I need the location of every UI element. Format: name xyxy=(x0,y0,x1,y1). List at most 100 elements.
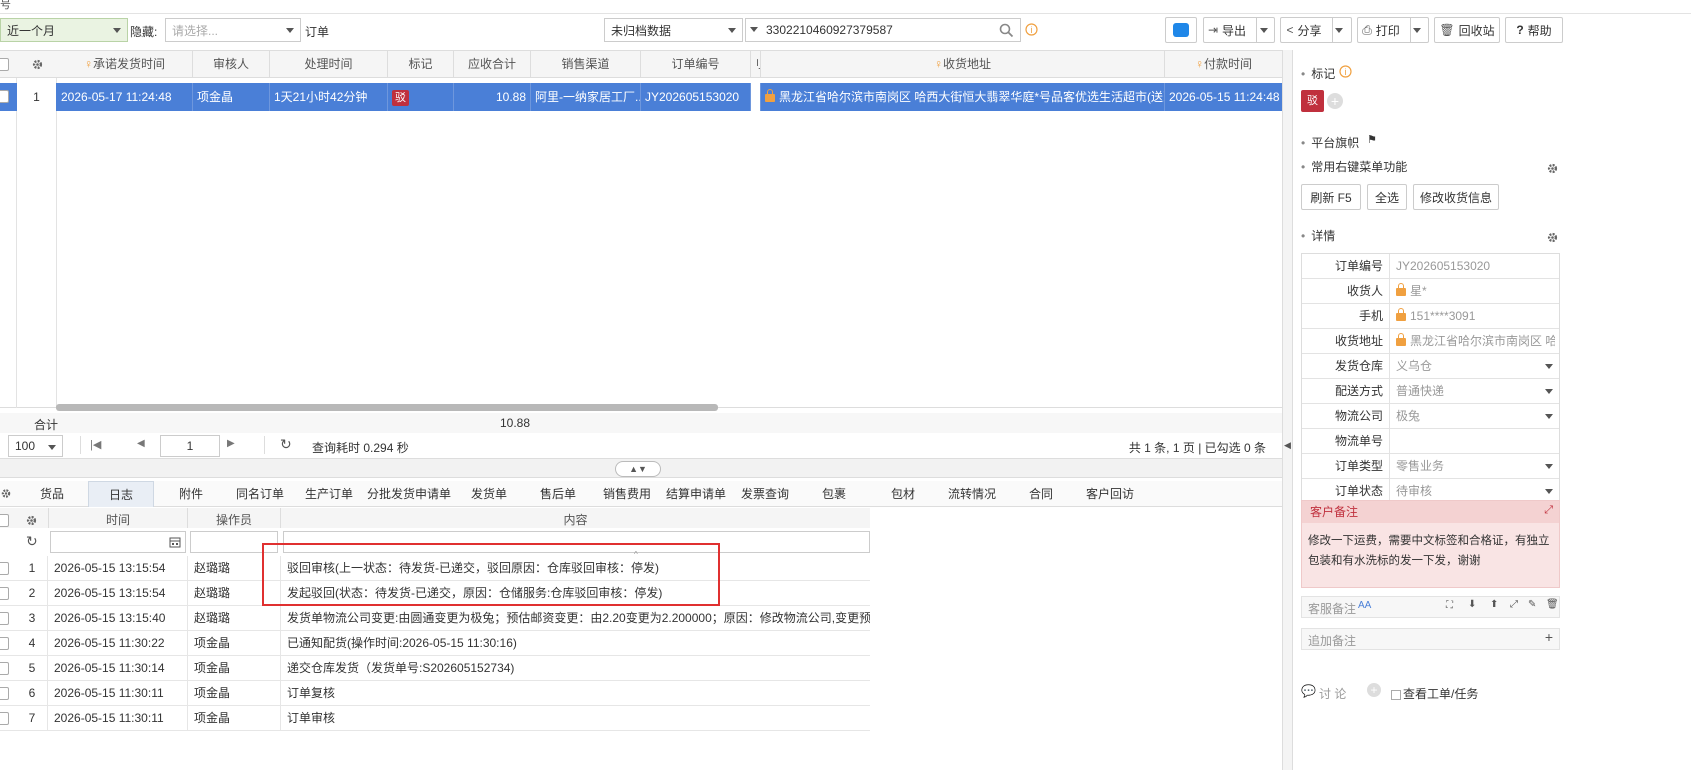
log-row-checkbox[interactable] xyxy=(0,562,9,575)
col-fragment[interactable]: 刂 xyxy=(751,51,761,78)
gear-icon[interactable] xyxy=(0,487,12,500)
plus-icon[interactable]: + xyxy=(1545,629,1553,645)
col-process-time[interactable]: 处理时间 xyxy=(270,51,388,78)
share-button[interactable]: < 分享 xyxy=(1280,17,1352,43)
tab-batch-shipping[interactable]: 分批发货申请单 xyxy=(365,481,453,507)
select-all-button[interactable]: 全选 xyxy=(1367,184,1407,210)
log-row-checkbox[interactable] xyxy=(0,612,9,625)
export-dropdown[interactable] xyxy=(1256,18,1270,42)
tab-customer-visit[interactable]: 客户回访 xyxy=(1077,481,1143,507)
add-note-bar[interactable]: 追加备注 + xyxy=(1301,628,1560,650)
log-row-checkbox[interactable] xyxy=(0,587,9,600)
select-all-checkbox[interactable] xyxy=(0,58,9,71)
tab-goods[interactable]: 货品 xyxy=(18,481,86,507)
pane-splitter[interactable]: ▲▼ xyxy=(0,458,1282,478)
chevron-down-icon[interactable] xyxy=(1545,414,1553,419)
page-size-select[interactable]: 100 xyxy=(8,435,63,457)
next-page-icon[interactable]: ▶ xyxy=(227,438,235,449)
col-pay-time[interactable]: ♀付款时间 xyxy=(1165,51,1282,78)
info-icon[interactable]: i xyxy=(1339,65,1352,78)
col-promise-time[interactable]: ♀承诺发货时间 xyxy=(57,51,193,78)
splitter-handle-icon[interactable]: ▲▼ xyxy=(615,461,661,477)
chevron-down-icon[interactable] xyxy=(1545,489,1553,494)
app-logo-button[interactable] xyxy=(1165,17,1197,43)
search-input[interactable]: 3302210460927379587 xyxy=(745,18,1021,42)
tab-sales-cost[interactable]: 销售费用 xyxy=(594,481,660,507)
info-icon[interactable]: i xyxy=(1025,23,1038,36)
export-button[interactable]: ⇥ 导出 xyxy=(1203,17,1275,43)
print-button[interactable]: ⎙ 打印 xyxy=(1357,17,1429,43)
refresh-icon[interactable]: ↻ xyxy=(280,436,292,453)
chat-icon[interactable]: 💬 xyxy=(1301,684,1316,698)
tab-packing-material[interactable]: 包材 xyxy=(870,481,936,507)
recycle-bin-button[interactable]: 🗑 回收站 xyxy=(1434,17,1500,43)
log-select-all-checkbox[interactable] xyxy=(0,514,9,527)
gear-icon[interactable] xyxy=(25,514,38,527)
log-row-checkbox[interactable] xyxy=(0,637,9,650)
col-amount[interactable]: 应收合计 xyxy=(454,51,531,78)
flag-icon[interactable]: ⚑ xyxy=(1367,133,1377,146)
upload-icon[interactable]: ⬆ xyxy=(1490,599,1498,610)
mark-tag[interactable]: 驳 xyxy=(1301,90,1324,112)
search-icon[interactable] xyxy=(999,23,1014,38)
gear-icon[interactable] xyxy=(1546,231,1559,244)
font-size-icon[interactable]: AA xyxy=(1358,600,1371,611)
download-icon[interactable]: ⬇ xyxy=(1468,599,1476,610)
col-channel[interactable]: 销售渠道 xyxy=(531,51,641,78)
tab-flow[interactable]: 流转情况 xyxy=(939,481,1005,507)
edit-icon[interactable]: ✎ xyxy=(1528,599,1536,610)
chevron-down-icon[interactable] xyxy=(1545,464,1553,469)
share-dropdown[interactable] xyxy=(1331,18,1346,42)
edit-address-button[interactable]: 修改收货信息 xyxy=(1413,184,1499,210)
log-row-checkbox[interactable] xyxy=(0,687,9,700)
gear-icon[interactable] xyxy=(1546,162,1559,175)
add-discussion-icon[interactable]: + xyxy=(1367,683,1381,697)
prev-page-icon[interactable]: ◀ xyxy=(137,438,145,449)
expand-icon[interactable]: ⤢ xyxy=(1510,599,1518,610)
tab-production[interactable]: 生产订单 xyxy=(296,481,362,507)
first-page-icon[interactable]: |◀ xyxy=(90,438,101,451)
detail-row[interactable]: 订单类型 零售业务 xyxy=(1302,454,1559,479)
tab-fragment[interactable]: 号 xyxy=(0,0,11,12)
col-order-no[interactable]: 订单编号 xyxy=(641,51,751,78)
col-reviewer[interactable]: 审核人 xyxy=(193,51,270,78)
detail-row[interactable]: 配送方式 普通快递 xyxy=(1302,379,1559,404)
period-select[interactable]: 近一个月 xyxy=(0,18,128,42)
refresh-icon[interactable]: ↻ xyxy=(26,533,38,550)
horizontal-scrollbar[interactable] xyxy=(56,404,718,411)
chevron-down-icon[interactable] xyxy=(1545,364,1553,369)
tab-shipping-note[interactable]: 发货单 xyxy=(456,481,522,507)
tab-same-name[interactable]: 同名订单 xyxy=(227,481,293,507)
tab-attachment[interactable]: 附件 xyxy=(157,481,225,507)
chevron-down-icon[interactable] xyxy=(1545,389,1553,394)
tab-invoice[interactable]: 发票查询 xyxy=(732,481,798,507)
print-dropdown[interactable] xyxy=(1409,18,1424,42)
calendar-icon[interactable] xyxy=(169,536,181,548)
log-time-filter[interactable] xyxy=(50,531,186,553)
detail-row[interactable]: 发货仓库 义乌仓 xyxy=(1302,354,1559,379)
col-mark[interactable]: 标记 xyxy=(388,51,454,78)
tab-contract[interactable]: 合同 xyxy=(1008,481,1074,507)
log-row[interactable]: 7 2026-05-15 11:30:11 项金晶 订单审核 xyxy=(0,706,870,731)
hide-select[interactable]: 请选择... xyxy=(165,18,301,42)
log-row-checkbox[interactable] xyxy=(0,662,9,675)
chevron-left-icon[interactable]: ◀ xyxy=(1284,440,1291,451)
archive-filter-select[interactable]: 未归档数据 xyxy=(604,18,743,42)
screenshot-icon[interactable]: ⛶ xyxy=(1446,600,1453,611)
col-address[interactable]: ♀收货地址 xyxy=(761,51,1165,78)
panel-collapse-strip[interactable]: ◀ xyxy=(1282,50,1292,770)
tab-aftersale[interactable]: 售后单 xyxy=(525,481,591,507)
log-row[interactable]: 5 2026-05-15 11:30:14 项金晶 递交仓库发货（发货单号:S2026… xyxy=(0,656,870,681)
row-checkbox[interactable] xyxy=(0,90,9,103)
gear-icon[interactable] xyxy=(31,58,44,71)
add-mark-icon[interactable]: + xyxy=(1327,93,1343,109)
table-row[interactable]: 1 2026-05-17 11:24:48 项金晶 1天21小时42分钟 驳 1… xyxy=(0,83,1282,111)
refresh-button[interactable]: 刷新 F5 xyxy=(1301,184,1361,210)
tab-settlement[interactable]: 结算申请单 xyxy=(663,481,729,507)
expand-icon[interactable]: ⤢ xyxy=(1544,504,1553,517)
tab-package[interactable]: 包裹 xyxy=(801,481,867,507)
help-button[interactable]: ? 帮助 xyxy=(1505,17,1563,43)
tab-log[interactable]: 日志 xyxy=(88,481,154,507)
log-row[interactable]: 3 2026-05-15 13:15:40 赵璐璐 发货单物流公司变更:由圆通变更为极… xyxy=(0,606,870,631)
view-ticket-link[interactable]: 查看工单/任务 xyxy=(1391,685,1478,702)
